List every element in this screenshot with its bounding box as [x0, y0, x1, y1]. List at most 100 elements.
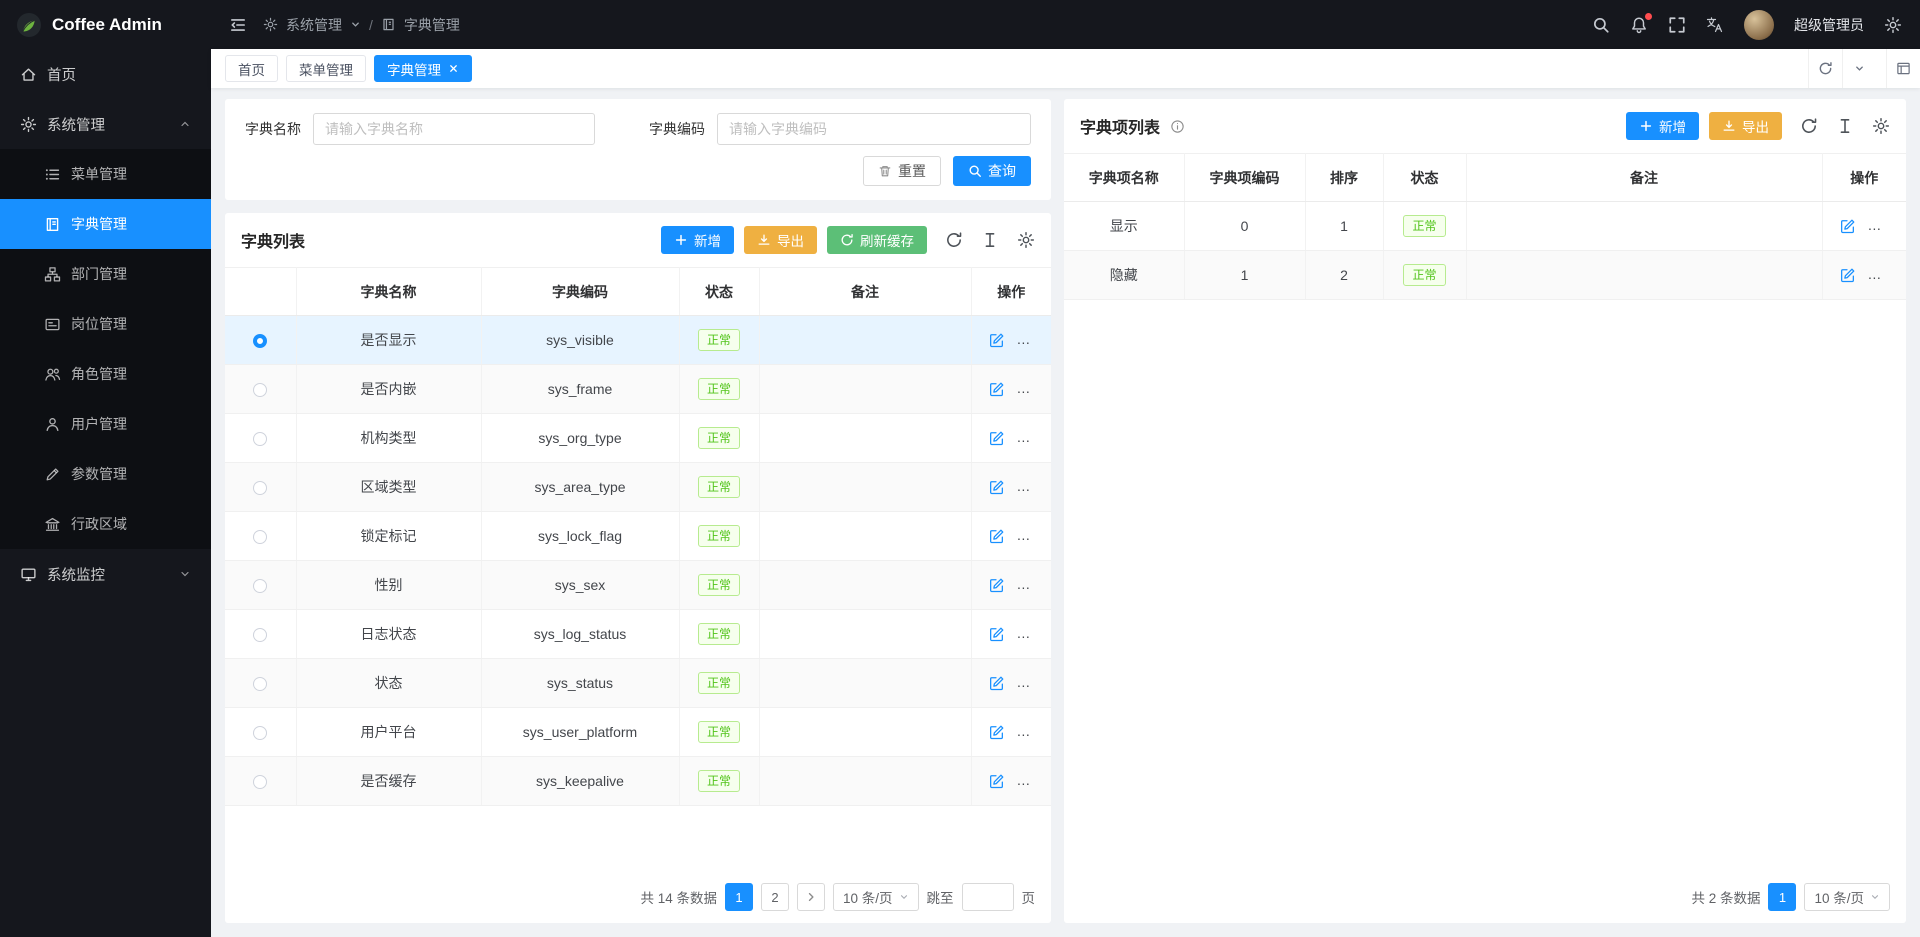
- delete-icon[interactable]: [1024, 773, 1041, 790]
- row-radio[interactable]: [253, 481, 267, 495]
- row-radio[interactable]: [253, 726, 267, 740]
- row-radio[interactable]: [253, 530, 267, 544]
- edit-icon[interactable]: [988, 430, 1005, 447]
- dict-name-input[interactable]: [313, 113, 595, 145]
- search-icon[interactable]: [1592, 16, 1610, 34]
- delete-icon[interactable]: [1024, 724, 1041, 741]
- dict-code-input[interactable]: [717, 113, 1031, 145]
- row-radio[interactable]: [253, 775, 267, 789]
- table-row[interactable]: 性别 sys_sex 正常: [225, 561, 1051, 610]
- table-row[interactable]: 机构类型 sys_org_type 正常: [225, 414, 1051, 463]
- page-1-button[interactable]: 1: [1768, 883, 1796, 911]
- edit-icon[interactable]: [988, 626, 1005, 643]
- bell-icon[interactable]: [1630, 16, 1648, 34]
- edit-icon[interactable]: [1839, 267, 1856, 284]
- close-icon[interactable]: [448, 63, 459, 74]
- tab-dict-management[interactable]: 字典管理: [374, 55, 472, 82]
- delete-icon[interactable]: [1024, 332, 1041, 349]
- table-row[interactable]: 隐藏 1 2 正常: [1064, 251, 1906, 300]
- query-button[interactable]: 查询: [953, 156, 1031, 186]
- page-size-select[interactable]: 10 条/页: [833, 883, 919, 911]
- refresh-tab-icon[interactable]: [1808, 49, 1842, 88]
- export-dict-item-button[interactable]: 导出: [1709, 112, 1782, 140]
- edit-icon[interactable]: [988, 528, 1005, 545]
- sidebar-item-param-management[interactable]: 参数管理: [0, 449, 211, 499]
- breadcrumb-root[interactable]: 系统管理: [286, 15, 342, 35]
- export-dict-button[interactable]: 导出: [744, 226, 817, 254]
- edit-icon[interactable]: [988, 332, 1005, 349]
- delete-icon[interactable]: [1024, 430, 1041, 447]
- delete-icon[interactable]: [1024, 675, 1041, 692]
- sidebar-item-dict-management[interactable]: 字典管理: [0, 199, 211, 249]
- user-name[interactable]: 超级管理员: [1794, 15, 1864, 35]
- sidebar-item-post-management[interactable]: 岗位管理: [0, 299, 211, 349]
- avatar[interactable]: [1744, 10, 1774, 40]
- sidebar-item-menu-management[interactable]: 菜单管理: [0, 149, 211, 199]
- sidebar-item-region-management[interactable]: 行政区域: [0, 499, 211, 549]
- tab-menu-management[interactable]: 菜单管理: [286, 55, 366, 82]
- sidebar-item-dept-management[interactable]: 部门管理: [0, 249, 211, 299]
- page-1-button[interactable]: 1: [725, 883, 753, 911]
- row-radio[interactable]: [253, 677, 267, 691]
- delete-icon[interactable]: [1024, 528, 1041, 545]
- edit-icon[interactable]: [988, 724, 1005, 741]
- sidebar-item-system-monitor[interactable]: 系统监控: [0, 549, 211, 599]
- radio-cell: [225, 414, 296, 463]
- column-density-icon[interactable]: [981, 231, 999, 249]
- edit-icon[interactable]: [988, 381, 1005, 398]
- jump-page-input[interactable]: [962, 883, 1014, 911]
- delete-icon[interactable]: [1024, 381, 1041, 398]
- delete-icon[interactable]: [1024, 577, 1041, 594]
- table-row[interactable]: 日志状态 sys_log_status 正常: [225, 610, 1051, 659]
- delete-icon[interactable]: [1875, 267, 1892, 284]
- reload-table-icon[interactable]: [1800, 117, 1818, 135]
- fullscreen-icon[interactable]: [1668, 16, 1686, 34]
- row-radio[interactable]: [253, 334, 267, 348]
- edit-icon[interactable]: [988, 577, 1005, 594]
- edit-icon[interactable]: [988, 773, 1005, 790]
- edit-icon[interactable]: [988, 675, 1005, 692]
- dict-name-cell: 日志状态: [296, 610, 481, 659]
- table-row[interactable]: 显示 0 1 正常: [1064, 202, 1906, 251]
- delete-icon[interactable]: [1024, 479, 1041, 496]
- table-row[interactable]: 是否缓存 sys_keepalive 正常: [225, 757, 1051, 806]
- refresh-cache-button[interactable]: 刷新缓存: [827, 226, 927, 254]
- sidebar-item-system-management[interactable]: 系统管理: [0, 99, 211, 149]
- sidebar-item-user-management[interactable]: 用户管理: [0, 399, 211, 449]
- edit-icon[interactable]: [988, 479, 1005, 496]
- collapse-sidebar-icon[interactable]: [229, 16, 247, 34]
- table-row[interactable]: 是否显示 sys_visible 正常: [225, 316, 1051, 365]
- sidebar-item-role-management[interactable]: 角色管理: [0, 349, 211, 399]
- table-row[interactable]: 区域类型 sys_area_type 正常: [225, 463, 1051, 512]
- translate-icon[interactable]: [1706, 16, 1724, 34]
- column-density-icon[interactable]: [1836, 117, 1854, 135]
- row-radio[interactable]: [253, 628, 267, 642]
- row-radio[interactable]: [253, 432, 267, 446]
- row-radio[interactable]: [253, 579, 267, 593]
- add-label: 新增: [694, 230, 721, 250]
- table-row[interactable]: 是否内嵌 sys_frame 正常: [225, 365, 1051, 414]
- table-row[interactable]: 状态 sys_status 正常: [225, 659, 1051, 708]
- layout-icon[interactable]: [1886, 49, 1920, 88]
- add-dict-button[interactable]: 新增: [661, 226, 734, 254]
- edit-icon[interactable]: [1839, 218, 1856, 235]
- reset-button[interactable]: 重置: [863, 156, 941, 186]
- delete-icon[interactable]: [1875, 218, 1892, 235]
- tab-home[interactable]: 首页: [225, 55, 278, 82]
- table-row[interactable]: 用户平台 sys_user_platform 正常: [225, 708, 1051, 757]
- reload-table-icon[interactable]: [945, 231, 963, 249]
- dict-name-cell: 是否缓存: [296, 757, 481, 806]
- row-radio[interactable]: [253, 383, 267, 397]
- table-settings-gear-icon[interactable]: [1872, 117, 1890, 135]
- next-page-button[interactable]: [797, 883, 825, 911]
- page-2-button[interactable]: 2: [761, 883, 789, 911]
- add-dict-item-button[interactable]: 新增: [1626, 112, 1699, 140]
- page-size-select[interactable]: 10 条/页: [1804, 883, 1890, 911]
- settings-gear-icon[interactable]: [1884, 16, 1902, 34]
- sidebar-item-home[interactable]: 首页: [0, 49, 211, 99]
- table-settings-gear-icon[interactable]: [1017, 231, 1035, 249]
- delete-icon[interactable]: [1024, 626, 1041, 643]
- gear-icon: [20, 116, 37, 133]
- tab-options-chevron-icon[interactable]: [1842, 49, 1876, 88]
- table-row[interactable]: 锁定标记 sys_lock_flag 正常: [225, 512, 1051, 561]
